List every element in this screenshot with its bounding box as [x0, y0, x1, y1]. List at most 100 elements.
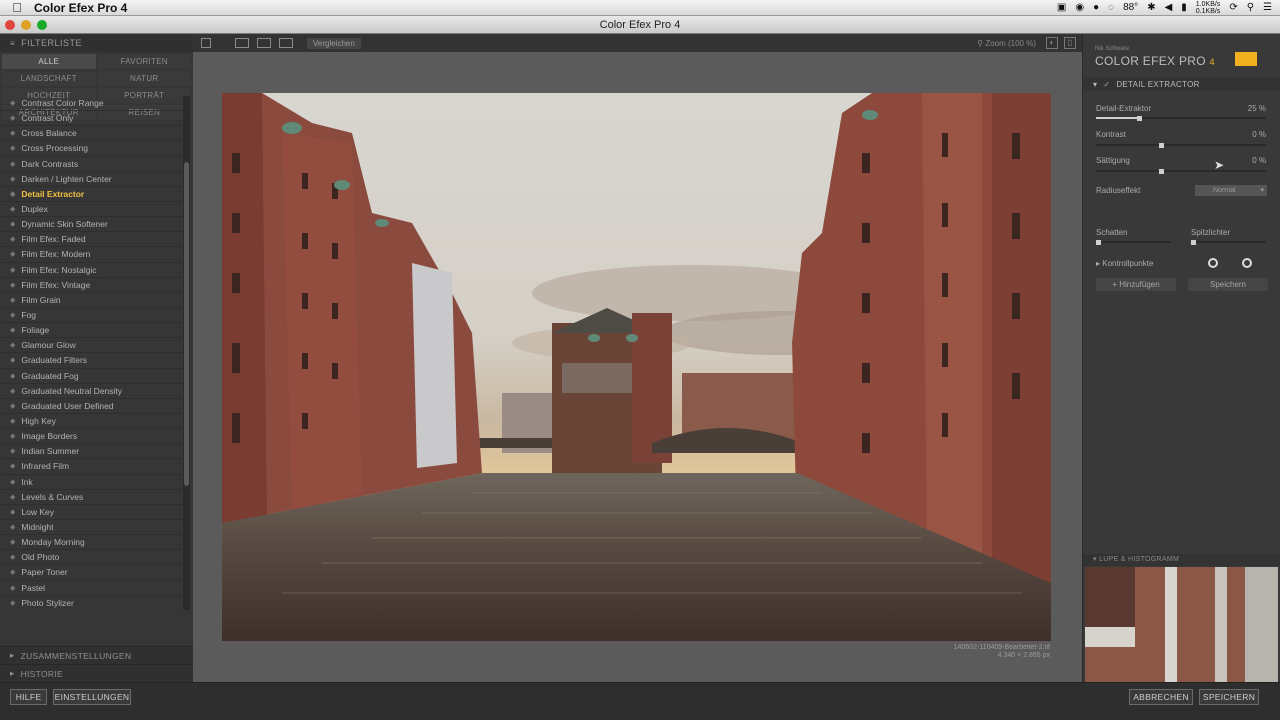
- filter-list-item[interactable]: ◆ Film Efex: Faded: [0, 232, 182, 248]
- category-tab-alle[interactable]: ALLE: [2, 54, 96, 69]
- shadows-knob[interactable]: [1096, 239, 1101, 245]
- filter-list-item[interactable]: ◆ Ink: [0, 475, 182, 490]
- favorite-icon[interactable]: ◆: [10, 220, 15, 228]
- preview-image[interactable]: [222, 93, 1051, 641]
- loupe-view[interactable]: [1085, 567, 1278, 682]
- filter-list-item[interactable]: ◆ Contrast Only: [0, 111, 182, 127]
- highlights-slider[interactable]: [1191, 241, 1266, 243]
- contrast-knob[interactable]: [1159, 142, 1164, 148]
- filter-list-item[interactable]: ◆ Cross Processing: [0, 141, 182, 157]
- favorite-icon[interactable]: ◆: [10, 311, 15, 319]
- camera-icon[interactable]: ▣: [1057, 2, 1066, 13]
- split-view-icon[interactable]: [257, 38, 271, 48]
- favorite-icon[interactable]: ◆: [10, 387, 15, 395]
- active-filter-header[interactable]: ▾ ✓ DETAIL EXTRACTOR: [1083, 77, 1280, 91]
- favorite-icon[interactable]: ◆: [10, 326, 15, 334]
- filter-list-item[interactable]: ◆ Dark Contrasts: [0, 157, 182, 172]
- category-tab-landschaft[interactable]: LANDSCHAFT: [2, 71, 96, 86]
- radius-effect-dropdown[interactable]: Normal ▾: [1195, 185, 1267, 196]
- cancel-button[interactable]: ABBRECHEN: [1129, 689, 1193, 705]
- filter-list-item[interactable]: ◆ Foliage: [0, 323, 182, 339]
- minimize-window-button[interactable]: [21, 20, 31, 30]
- wifi-icon[interactable]: ◌: [1108, 2, 1114, 13]
- list-icon[interactable]: ☰: [1263, 2, 1272, 13]
- filter-list-item[interactable]: ◆ Duplex: [0, 202, 182, 218]
- filter-list-item[interactable]: ◆ Graduated Filters: [0, 353, 182, 369]
- compare-button[interactable]: Vergleichen: [307, 37, 361, 49]
- apple-icon[interactable]: : [0, 0, 34, 15]
- filter-list-item[interactable]: ◆ Cross Balance: [0, 126, 182, 142]
- favorite-icon[interactable]: ◆: [10, 129, 15, 137]
- filter-list-item[interactable]: ◆ Infrared Film: [0, 459, 182, 475]
- filter-list-item[interactable]: ◆ Detail Extractor: [0, 187, 182, 202]
- chevron-down-icon[interactable]: ▾: [1093, 80, 1097, 89]
- favorite-icon[interactable]: ◆: [10, 568, 15, 576]
- filter-list-item[interactable]: ◆ Levels & Curves: [0, 490, 182, 505]
- filter-list-item[interactable]: ◆ Glamour Glow: [0, 338, 182, 354]
- zoom-window-button[interactable]: [37, 20, 47, 30]
- spotlight-icon[interactable]: ⚲: [1247, 2, 1254, 13]
- loupe-histogram-header[interactable]: ▾ LUPE & HISTOGRAMM: [1083, 554, 1280, 566]
- favorite-icon[interactable]: ◆: [10, 478, 15, 486]
- filter-list-item[interactable]: ◆ Paper Toner: [0, 565, 182, 581]
- filter-list-item[interactable]: ◆ Photo Stylizer: [0, 596, 182, 610]
- contrast-slider[interactable]: [1096, 144, 1266, 146]
- shadows-slider[interactable]: [1096, 241, 1171, 243]
- favorite-icon[interactable]: ◆: [10, 432, 15, 440]
- sync-icon[interactable]: ◉: [1075, 2, 1084, 13]
- detail-extractor-knob[interactable]: [1136, 115, 1142, 121]
- favorite-icon[interactable]: ◆: [10, 114, 15, 122]
- filter-list-item[interactable]: ◆ Midnight: [0, 520, 182, 536]
- favorite-icon[interactable]: ◆: [10, 266, 15, 274]
- filter-enabled-checkbox[interactable]: ✓: [1103, 80, 1110, 89]
- negative-control-point-icon[interactable]: [1242, 258, 1252, 268]
- bluetooth-icon[interactable]: ✱: [1147, 2, 1155, 13]
- favorite-icon[interactable]: ◆: [10, 553, 15, 561]
- favorite-icon[interactable]: ◆: [10, 296, 15, 304]
- add-control-point-button[interactable]: + Hinzufügen: [1096, 278, 1176, 291]
- favorite-icon[interactable]: ◆: [10, 447, 15, 455]
- favorite-icon[interactable]: ◆: [10, 493, 15, 501]
- recipes-section[interactable]: ▸ ZUSAMMENSTELLUNGEN: [0, 646, 193, 664]
- favorite-icon[interactable]: ◆: [10, 462, 15, 470]
- skype-icon[interactable]: ●: [1093, 2, 1099, 13]
- panel-toggle-icon[interactable]: ▯: [1064, 37, 1076, 49]
- filter-list-item[interactable]: ◆ High Key: [0, 414, 182, 430]
- favorite-icon[interactable]: ◆: [10, 190, 15, 198]
- app-menu[interactable]: Color Efex Pro 4: [34, 1, 127, 15]
- favorite-icon[interactable]: ◆: [10, 372, 15, 380]
- favorite-icon[interactable]: ◆: [10, 205, 15, 213]
- filter-list-item[interactable]: ◆ Film Efex: Vintage: [0, 278, 182, 293]
- history-section[interactable]: ▸ HISTORIE: [0, 664, 193, 682]
- close-window-button[interactable]: [5, 20, 15, 30]
- filter-list-item[interactable]: ◆ Film Efex: Nostalgic: [0, 263, 182, 278]
- favorite-icon[interactable]: ◆: [10, 538, 15, 546]
- filter-list-item[interactable]: ◆ Old Photo: [0, 550, 182, 566]
- positive-control-point-icon[interactable]: [1208, 258, 1218, 268]
- scrollbar-thumb[interactable]: [184, 162, 189, 486]
- save-button[interactable]: SPEICHERN: [1199, 689, 1259, 705]
- filter-list-item[interactable]: ◆ Low Key: [0, 505, 182, 520]
- saturation-knob[interactable]: [1159, 168, 1164, 174]
- category-tab-natur[interactable]: NATUR: [97, 71, 191, 86]
- saturation-value[interactable]: 0 %: [1223, 156, 1266, 165]
- filter-list-item[interactable]: ◆ Fog: [0, 308, 182, 324]
- filter-list-item[interactable]: ◆ Indian Summer: [0, 444, 182, 460]
- filter-panel-toggle-icon[interactable]: [201, 38, 211, 48]
- category-tab-favoriten[interactable]: FAVORITEN: [97, 54, 191, 69]
- contrast-value[interactable]: 0 %: [1223, 130, 1266, 139]
- battery-icon[interactable]: ▮: [1181, 2, 1187, 13]
- filter-list-item[interactable]: ◆ Dynamic Skin Softener: [0, 217, 182, 233]
- favorite-icon[interactable]: ◆: [10, 523, 15, 531]
- filter-list-header[interactable]: ≡ FILTERLISTE: [0, 34, 193, 52]
- control-points-row[interactable]: ▸ Kontrollpunkte: [1096, 259, 1153, 268]
- refresh-icon[interactable]: ⟳: [1229, 2, 1237, 13]
- favorite-icon[interactable]: ◆: [10, 417, 15, 425]
- settings-button[interactable]: EINSTELLUNGEN: [53, 689, 131, 705]
- highlights-knob[interactable]: [1191, 239, 1196, 245]
- side-by-side-icon[interactable]: [279, 38, 293, 48]
- filter-list-item[interactable]: ◆ Pastel: [0, 581, 182, 596]
- favorite-icon[interactable]: ◆: [10, 356, 15, 364]
- filter-list-item[interactable]: ◆ Graduated User Defined: [0, 399, 182, 414]
- favorite-icon[interactable]: ◆: [10, 584, 15, 592]
